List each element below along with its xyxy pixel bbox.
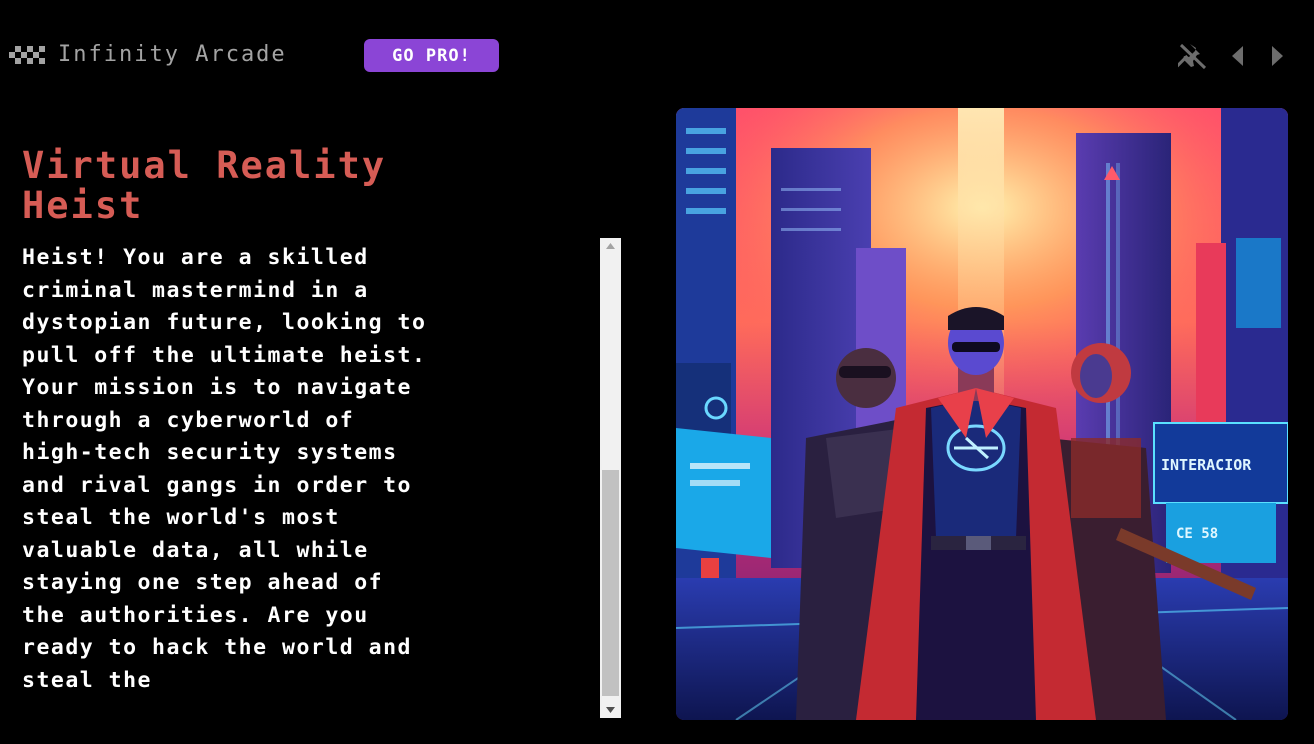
story-line: steal the <box>22 667 152 693</box>
scroll-up-arrow-icon[interactable] <box>600 238 621 254</box>
story-line: high-tech security systems <box>22 440 398 465</box>
story-title: Virtual Reality Heist <box>22 146 582 226</box>
story-title-line: Virtual Reality <box>22 144 387 187</box>
story-illustration: INTERACIOR CE 58 <box>676 108 1288 720</box>
story-scroll-area[interactable]: Heist! You are a skilled criminal masterm… <box>22 238 622 718</box>
story-line: Heist! You are a skilled <box>22 245 369 270</box>
app-title: Infinity Arcade <box>58 42 287 67</box>
checkered-pixel-icon <box>9 46 45 64</box>
story-line: dystopian future, looking to <box>22 310 427 335</box>
neon-sign-text: INTERACIOR <box>1161 456 1252 474</box>
vertical-scrollbar[interactable] <box>600 238 621 718</box>
story-line: valuable data, all while <box>22 537 369 563</box>
story-line: Your mission is to navigate <box>22 375 412 400</box>
story-text: Heist! You are a skilled criminal masterm… <box>22 242 592 697</box>
scrollbar-thumb[interactable] <box>602 470 619 696</box>
story-line: criminal mastermind in a <box>22 277 369 303</box>
story-line: steal the world's most <box>22 505 340 530</box>
story-line: pull off the ultimate heist. <box>22 342 427 368</box>
story-line: ready to hack the world and <box>22 635 412 660</box>
story-title-line: Heist <box>22 184 144 227</box>
neon-sign-small: CE 58 <box>1176 526 1218 542</box>
story-line: staying one step ahead of <box>22 570 384 595</box>
next-arrow-icon[interactable] <box>1268 42 1286 70</box>
previous-arrow-icon[interactable] <box>1229 42 1247 70</box>
unpin-icon[interactable] <box>1178 42 1208 70</box>
top-bar: Infinity Arcade GO PRO! <box>0 0 1314 108</box>
story-line: through a cyberworld of <box>22 407 355 433</box>
scroll-down-arrow-icon[interactable] <box>600 702 621 718</box>
go-pro-button[interactable]: GO PRO! <box>364 39 499 72</box>
story-line: the authorities. Are you <box>22 602 369 628</box>
story-line: and rival gangs in order to <box>22 472 412 498</box>
